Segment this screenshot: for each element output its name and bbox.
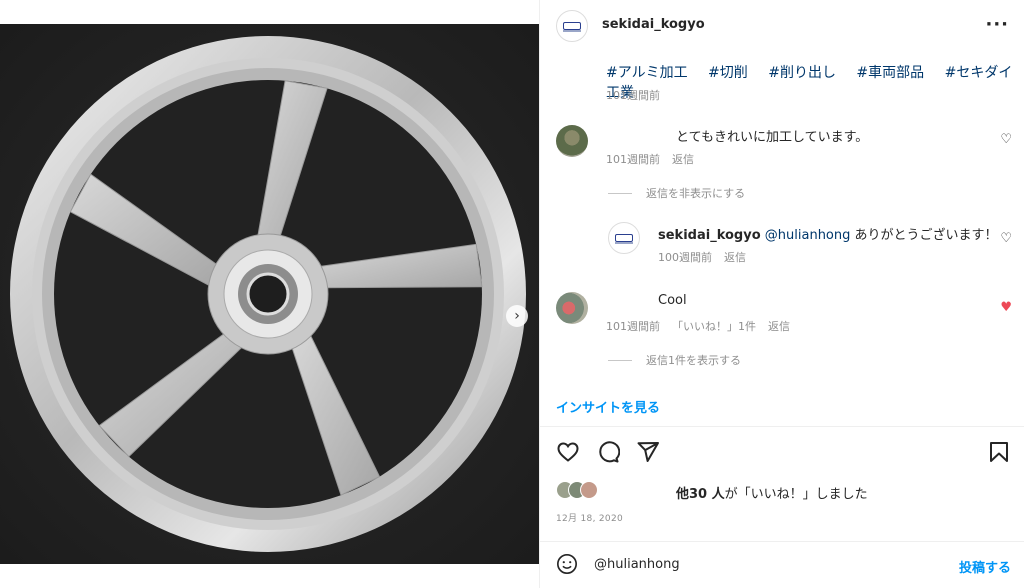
reply-button[interactable]: 返信 — [768, 318, 790, 334]
hashtag-link[interactable]: #切削 — [708, 65, 748, 81]
divider-line — [608, 192, 632, 194]
liker-avatar — [580, 481, 598, 499]
reply-like-heart-icon[interactable]: ♡ — [1000, 231, 1012, 246]
reply-meta: 100週間前 返信 — [658, 249, 746, 265]
divider — [540, 426, 1024, 427]
comment-text: とてもきれいに加工しています。 — [676, 130, 869, 145]
comment-composer: @hulianhong 投稿する — [540, 542, 1024, 588]
comment-meta: 101週間前 「いいね！」1件 返信 — [606, 318, 790, 334]
hashtag-link[interactable]: #アルミ加工 — [606, 65, 688, 81]
comment-meta: 101週間前 返信 — [606, 151, 694, 167]
more-horizontal-icon[interactable]: ··· — [985, 14, 1009, 35]
save-bookmark-icon[interactable] — [987, 440, 1011, 464]
hide-replies-button[interactable]: 返信を非表示にする — [608, 185, 745, 201]
wheel-photo[interactable]: › — [0, 24, 539, 564]
likes-summary[interactable]: 他30 人が「いいね！」しました — [556, 480, 1011, 502]
comment-timestamp: 101週間前 — [606, 320, 660, 333]
likes-text: 他30 人が「いいね！」しました — [676, 483, 868, 502]
caption-timestamp: 101週間前 — [606, 89, 660, 102]
like-heart-icon[interactable] — [556, 440, 580, 464]
comment-input[interactable]: @hulianhong — [594, 557, 680, 572]
view-replies-button[interactable]: 返信1件を表示する — [608, 352, 741, 368]
reply-author-avatar[interactable] — [608, 222, 640, 254]
hashtag-link[interactable]: #削り出し — [768, 65, 836, 81]
mention-link[interactable]: @hulianhong — [765, 228, 851, 243]
reply-username[interactable]: sekidai_kogyo — [658, 228, 761, 243]
post-header: sekidai_kogyo ··· — [540, 0, 1024, 52]
next-image-button[interactable]: › — [506, 305, 528, 327]
commenter-avatar[interactable] — [556, 292, 588, 324]
wheel-image — [0, 24, 539, 564]
reply-text: sekidai_kogyo @hulianhong ありがとうございます！ — [658, 224, 998, 243]
reply-button[interactable]: 返信 — [672, 151, 694, 167]
reply-button[interactable]: 返信 — [724, 249, 746, 265]
likes-count[interactable]: 他30 人 — [676, 487, 725, 502]
reply-body: ありがとうございます！ — [854, 228, 998, 243]
likes-suffix: が「いいね！」しました — [724, 487, 868, 502]
toggle-replies-label: 返信1件を表示する — [646, 354, 741, 367]
post-date: 12月 18, 2020 — [556, 514, 623, 524]
post-comment-button[interactable]: 投稿する — [959, 557, 1011, 576]
post-sidebar: sekidai_kogyo ··· #アルミ加工 #切削 #削り出し #車両部品… — [539, 0, 1024, 588]
share-send-icon[interactable] — [636, 440, 660, 464]
caption-hashtags: #アルミ加工 #切削 #削り出し #車両部品 #セキダイ工業 — [606, 62, 1024, 102]
comment-like-heart-icon[interactable]: ♡ — [1000, 132, 1012, 147]
toggle-replies-label: 返信を非表示にする — [646, 187, 746, 200]
post-dialog: › sekidai_kogyo ··· #アルミ加工 #切削 #削り出し #車両… — [0, 0, 1024, 588]
author-username[interactable]: sekidai_kogyo — [602, 17, 705, 32]
divider-line — [608, 359, 632, 361]
comment-timestamp: 101週間前 — [606, 153, 660, 166]
post-media: › — [0, 0, 539, 588]
emoji-icon[interactable] — [556, 553, 578, 575]
view-insights-link[interactable]: インサイトを見る — [556, 397, 660, 416]
comment-likes-count[interactable]: 「いいね！」1件 — [672, 318, 756, 334]
hashtag-link[interactable]: #車両部品 — [856, 65, 924, 81]
comment-bubble-icon[interactable] — [596, 440, 620, 464]
comment-text: Cool — [658, 293, 687, 308]
reply-timestamp: 100週間前 — [658, 251, 712, 264]
author-avatar[interactable] — [556, 10, 588, 42]
comment-liked-heart-icon[interactable]: ♥ — [1000, 300, 1012, 315]
commenter-avatar[interactable] — [556, 125, 588, 157]
post-actions — [556, 440, 1011, 464]
